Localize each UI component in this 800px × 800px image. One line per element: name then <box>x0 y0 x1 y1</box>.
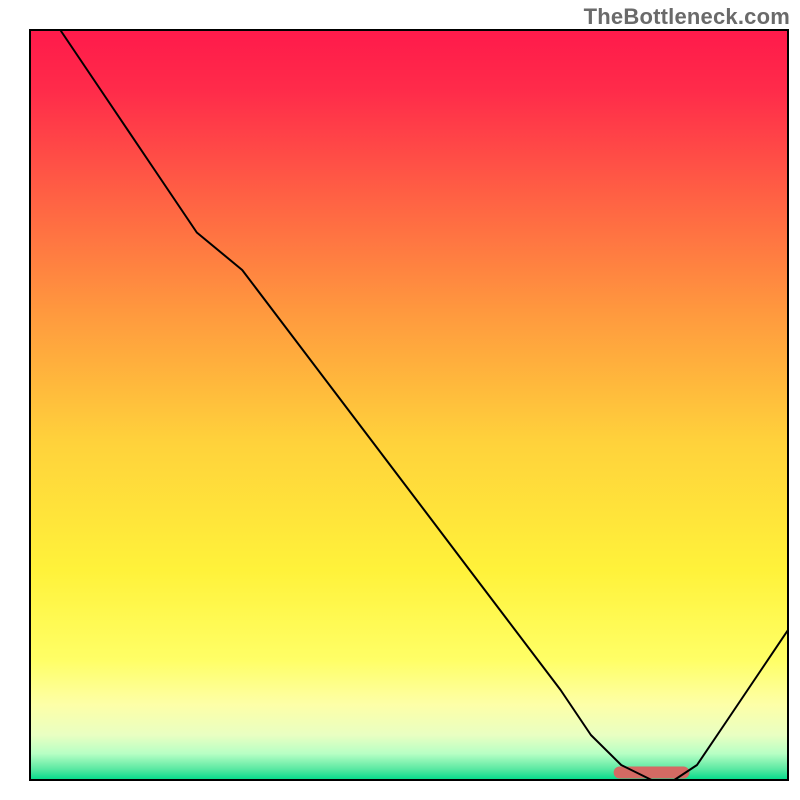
gradient-background <box>30 30 788 780</box>
chart-stage: TheBottleneck.com <box>0 0 800 800</box>
watermark-text: TheBottleneck.com <box>584 4 790 30</box>
bottleneck-chart <box>0 0 800 800</box>
